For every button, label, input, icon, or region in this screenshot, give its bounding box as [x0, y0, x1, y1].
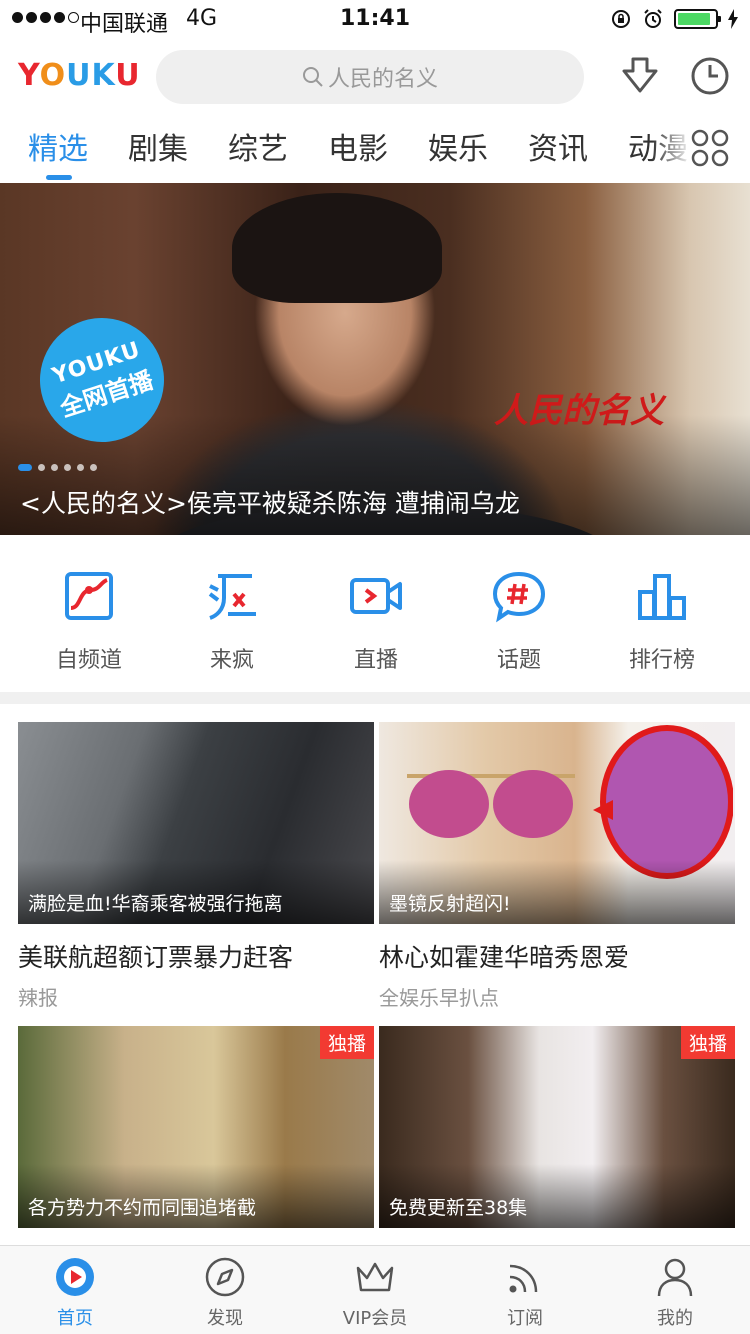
- quick-entry-label: 话题: [496, 648, 541, 673]
- youku-logo: YOUKU: [18, 58, 141, 93]
- tab-series[interactable]: 剧集: [128, 124, 188, 168]
- carousel-dot: [38, 464, 45, 471]
- exclusive-tag: 独播: [319, 1026, 374, 1059]
- laifeng-icon: [208, 574, 256, 620]
- ranking-icon: [638, 574, 686, 620]
- app-header: YOUKU 人民的名义: [0, 44, 750, 108]
- quick-entry-self-channel[interactable]: 自频道: [29, 568, 149, 674]
- video-thumbnail[interactable]: 独播 各方势力不约而同围追堵截: [18, 1026, 374, 1228]
- topic-icon: [492, 571, 546, 623]
- tabbar-label: VIP会员: [342, 1308, 408, 1329]
- download-icon[interactable]: [618, 54, 662, 98]
- video-thumbnail[interactable]: 满脸是血!华裔乘客被强行拖离: [18, 722, 374, 924]
- bottom-tab-bar: 首页 发现 VIP会员 订阅 我的: [0, 1245, 750, 1334]
- tab-news[interactable]: 资讯: [528, 124, 588, 168]
- self-channel-icon: [65, 572, 113, 620]
- thumbnail-caption: 墨镜反射超闪!: [389, 893, 511, 915]
- section-divider: [0, 692, 750, 704]
- quick-entry-label: 自频道: [55, 648, 122, 673]
- tab-movies[interactable]: 电影: [328, 124, 388, 168]
- video-title[interactable]: 林心如霍建华暗秀恩爱: [379, 938, 735, 974]
- search-placeholder: 人民的名义: [327, 67, 438, 92]
- search-bar[interactable]: 人民的名义: [156, 50, 584, 104]
- quick-entry-ranking[interactable]: 排行榜: [602, 568, 722, 674]
- video-card[interactable]: 满脸是血!华裔乘客被强行拖离 美联航超额订票暴力赶客 辣报: [18, 722, 374, 1011]
- video-source: 辣报: [18, 986, 58, 1010]
- crown-icon: [356, 1262, 394, 1292]
- thumbnail-caption: 各方势力不约而同围追堵截: [28, 1197, 257, 1219]
- tabbar-label: 首页: [57, 1308, 93, 1329]
- video-card[interactable]: 独播 免费更新至38集: [379, 1026, 735, 1228]
- quick-entry-label: 来疯: [209, 648, 254, 673]
- active-tab-indicator: [46, 175, 72, 180]
- carousel-dot: [64, 464, 71, 471]
- sunglasses-image: [407, 770, 575, 838]
- home-icon: [56, 1258, 94, 1296]
- tabbar-subscribe[interactable]: 订阅: [470, 1256, 580, 1330]
- carousel-dot: [77, 464, 84, 471]
- tabbar-home[interactable]: 首页: [20, 1256, 130, 1330]
- search-icon: [302, 67, 323, 87]
- tab-variety[interactable]: 综艺: [228, 124, 288, 168]
- tabbar-label: 我的: [657, 1308, 693, 1329]
- status-bar: 中国联通 4G 11:41: [0, 0, 750, 40]
- video-title[interactable]: 美联航超额订票暴力赶客: [18, 938, 374, 974]
- battery-icon: [674, 9, 721, 29]
- tab-entertainment[interactable]: 娱乐: [428, 124, 488, 168]
- video-source: 全娱乐早扒点: [379, 986, 499, 1010]
- user-icon: [657, 1258, 693, 1297]
- compass-icon: [205, 1257, 245, 1297]
- video-card[interactable]: 墨镜反射超闪! 林心如霍建华暗秀恩爱 全娱乐早扒点: [379, 722, 735, 1011]
- video-thumbnail[interactable]: 独播 免费更新至38集: [379, 1026, 735, 1228]
- thumbnail-caption: 满脸是血!华裔乘客被强行拖离: [28, 893, 283, 915]
- thumbnail-caption: 免费更新至38集: [389, 1197, 528, 1219]
- tabbar-me[interactable]: 我的: [620, 1256, 730, 1330]
- rss-icon: [509, 1264, 538, 1293]
- tab-featured[interactable]: 精选: [28, 124, 88, 168]
- alarm-icon: [644, 9, 662, 28]
- quick-entry-label: 直播: [353, 648, 398, 673]
- exclusive-tag: 独播: [680, 1026, 735, 1059]
- quick-entry-live[interactable]: 直播: [316, 568, 436, 674]
- carousel-indicator: [18, 464, 97, 471]
- tabbar-discover[interactable]: 发现: [170, 1256, 280, 1330]
- banner-image-figure: [232, 193, 442, 303]
- tabbar-label: 订阅: [507, 1308, 543, 1329]
- quick-entry-topic[interactable]: 话题: [459, 568, 579, 674]
- history-icon[interactable]: [688, 54, 732, 98]
- carousel-dot: [51, 464, 58, 471]
- banner-caption[interactable]: <人民的名义>侯亮平被疑杀陈海 遭捕闹乌龙: [20, 484, 520, 520]
- all-categories-icon[interactable]: [690, 128, 730, 168]
- video-card[interactable]: 独播 各方势力不约而同围追堵截: [18, 1026, 374, 1228]
- video-thumbnail[interactable]: 墨镜反射超闪!: [379, 722, 735, 924]
- quick-entries: 自频道 来疯 直播 话题 排行榜: [0, 548, 750, 688]
- quick-entry-laifeng[interactable]: 来疯: [172, 568, 292, 674]
- quick-entry-label: 排行榜: [628, 648, 695, 673]
- live-icon: [350, 578, 402, 614]
- charging-icon: [728, 9, 738, 29]
- tabbar-vip[interactable]: VIP会员: [320, 1256, 430, 1330]
- rotation-lock-icon: [612, 10, 630, 28]
- carousel-dot: [90, 464, 97, 471]
- tabbar-label: 发现: [207, 1308, 243, 1329]
- tabs-fade: [652, 120, 692, 182]
- carousel-dot: [18, 464, 32, 471]
- category-tabs: 精选 剧集 综艺 电影 娱乐 资讯 动漫: [0, 120, 750, 182]
